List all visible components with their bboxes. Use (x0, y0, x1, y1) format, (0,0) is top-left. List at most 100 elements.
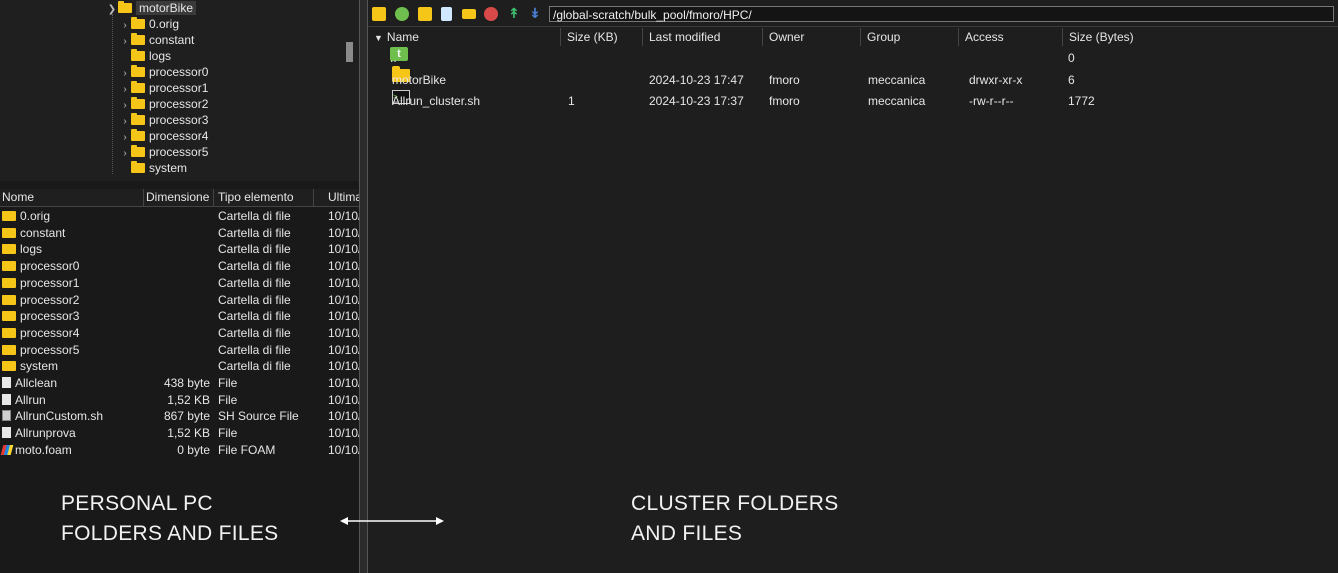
tree-item-0-orig[interactable]: › 0.orig (119, 16, 179, 32)
source-file-icon (2, 410, 11, 422)
local-row-type: File FOAM (218, 442, 276, 457)
folder-icon (2, 344, 16, 355)
tree-item-constant[interactable]: › constant (119, 32, 194, 48)
local-folder-tree: ❯ motorBike › 0.orig › constant logs › proce… (0, 0, 359, 181)
tree-item-processor3[interactable]: › processor3 (119, 112, 208, 128)
remote-row-motorbike[interactable]: motorBike 2024-10-23 17:47 fmoro meccani… (368, 66, 1338, 91)
local-list-row[interactable]: processor4 Cartella di file 10/10/ (0, 325, 359, 341)
folder-icon (2, 294, 16, 305)
tree-item-motorbike[interactable]: ❯ motorBike (106, 0, 197, 18)
local-row-type: Cartella di file (218, 259, 291, 274)
chevron-down-icon[interactable]: ❯ (106, 2, 118, 18)
column-header-name[interactable]: ▼ Name (368, 28, 560, 46)
remote-pane: ↟ ↡ /global-scratch/bulk_pool/fmoro/HPC/… (368, 0, 1338, 573)
folder-icon (118, 1, 132, 13)
delete-icon[interactable] (484, 7, 498, 21)
local-list-row[interactable]: moto.foam 0 byte File FOAM 10/10/ (0, 442, 359, 458)
local-row-name: Allrunprova (15, 426, 76, 441)
local-row-date: 10/10/ (328, 275, 359, 290)
local-list-row[interactable]: system Cartella di file 10/10/ (0, 358, 359, 374)
local-list-header: Nome Dimensione Tipo elemento Ultima (0, 189, 359, 207)
folder-icon (131, 49, 145, 61)
column-header-last-modified[interactable]: Last modified (642, 28, 762, 46)
upload-icon[interactable]: ↟ (507, 6, 521, 21)
folder-icon (131, 145, 145, 157)
local-row-date: 10/10/ (328, 292, 359, 307)
local-row-date: 10/10/ (328, 309, 359, 324)
column-header-owner[interactable]: Owner (762, 28, 860, 46)
tree-item-processor4[interactable]: › processor4 (119, 128, 208, 144)
column-header-modified[interactable]: Ultima (314, 189, 359, 206)
local-list-row[interactable]: processor2 Cartella di file 10/10/ (0, 292, 359, 308)
refresh-icon[interactable] (395, 7, 409, 21)
local-list-row[interactable]: Allrunprova 1,52 KB File 10/10/ (0, 425, 359, 441)
file-icon (2, 393, 11, 405)
local-row-date: 10/10/ (328, 225, 359, 240)
annotation-personal-pc: PERSONAL PC FOLDERS AND FILES (61, 492, 279, 545)
local-row-type: Cartella di file (218, 342, 291, 357)
local-row-name: logs (20, 242, 43, 257)
local-row-date: 10/10/ (328, 359, 359, 374)
local-row-date: 10/10/ (328, 242, 359, 257)
folder-icon (2, 361, 16, 372)
remote-path-field[interactable]: /global-scratch/bulk_pool/fmoro/HPC/ (549, 6, 1334, 22)
file-icon (2, 427, 11, 439)
column-header-size-bytes[interactable]: Size (Bytes) (1062, 28, 1334, 46)
tree-item-logs[interactable]: logs (119, 48, 171, 64)
folder-icon (2, 211, 16, 221)
folder-icon (2, 327, 16, 338)
folder-icon[interactable] (462, 9, 476, 19)
new-file-icon[interactable] (441, 7, 452, 21)
pane-splitter[interactable] (359, 0, 368, 573)
local-row-date: 10/10/ (328, 325, 359, 340)
local-row-date: 10/10/ (328, 259, 359, 274)
new-folder-icon[interactable] (418, 7, 432, 21)
download-icon[interactable]: ↡ (528, 6, 542, 21)
column-header-access[interactable]: Access (958, 28, 1062, 46)
folder-icon (131, 129, 145, 141)
local-row-date: 10/10/ (328, 409, 359, 424)
sort-down-icon: ▼ (374, 33, 383, 43)
remote-toolbar: ↟ ↡ /global-scratch/bulk_pool/fmoro/HPC/ (368, 2, 1338, 27)
tree-item-system[interactable]: system (119, 160, 187, 176)
column-header-size[interactable]: Dimensione (144, 189, 214, 206)
tree-item-processor0[interactable]: › processor0 (119, 64, 208, 80)
parent-dir-icon[interactable] (372, 7, 386, 21)
local-row-name: processor5 (20, 342, 80, 357)
local-row-size: 867 byte (163, 409, 210, 424)
local-list-row[interactable]: logs Cartella di file 10/10/ (0, 241, 359, 257)
remote-row-parent[interactable]: t.. 0 (368, 47, 1338, 69)
column-header-name[interactable]: Nome (0, 189, 144, 206)
local-list-row[interactable]: constant Cartella di file 10/10/ (0, 225, 359, 241)
local-list-row[interactable]: 0.orig Cartella di file 10/10/ (0, 208, 359, 224)
tree-scrollbar-thumb[interactable] (346, 42, 353, 62)
folder-icon (131, 81, 145, 93)
local-row-name: constant (20, 225, 66, 240)
remote-row-allrun-cluster[interactable]: >_ Allrun_cluster.sh 1 2024-10-23 17:37 f… (368, 90, 1338, 112)
local-list-row[interactable]: processor5 Cartella di file 10/10/ (0, 342, 359, 358)
local-row-type: Cartella di file (218, 292, 291, 307)
local-row-name: processor3 (20, 309, 80, 324)
folder-icon (131, 33, 145, 45)
column-header-group[interactable]: Group (860, 28, 958, 46)
local-list-row[interactable]: AllrunCustom.sh 867 byte SH Source File 10/… (0, 408, 359, 424)
local-row-name: Allclean (15, 376, 58, 390)
local-row-type: Cartella di file (218, 325, 291, 340)
local-list-row[interactable]: Allrun 1,52 KB File 10/10/ (0, 392, 359, 408)
local-list-row[interactable]: processor0 Cartella di file 10/10/ (0, 258, 359, 274)
column-header-size-kb[interactable]: Size (KB) (560, 28, 642, 46)
annotation-cluster: CLUSTER FOLDERS AND FILES (631, 492, 839, 545)
local-row-name: AllrunCustom.sh (15, 409, 104, 424)
tree-item-processor5[interactable]: › processor5 (119, 144, 208, 160)
folder-icon (2, 227, 16, 238)
local-row-type: Cartella di file (218, 309, 291, 324)
local-row-size: 438 byte (163, 376, 210, 390)
tree-item-processor2[interactable]: › processor2 (119, 96, 208, 112)
local-list-row[interactable]: processor1 Cartella di file 10/10/ (0, 275, 359, 291)
local-list-row[interactable]: processor3 Cartella di file 10/10/ (0, 308, 359, 324)
local-row-type: File (218, 426, 238, 441)
tree-item-processor1[interactable]: › processor1 (119, 80, 208, 96)
column-header-type[interactable]: Tipo elemento (214, 189, 314, 206)
local-row-name: processor0 (20, 259, 80, 274)
local-list-row[interactable]: Allclean 438 byte File 10/10/ (0, 375, 359, 391)
